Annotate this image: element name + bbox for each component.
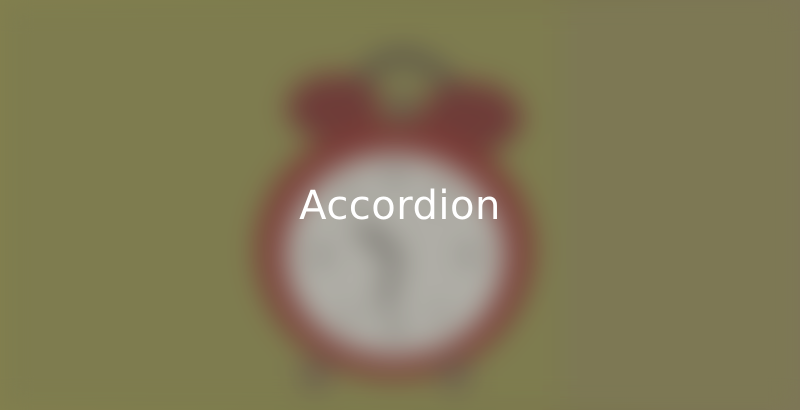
- page-title: Accordion: [299, 183, 501, 229]
- hero-banner: Accordion: [0, 0, 800, 410]
